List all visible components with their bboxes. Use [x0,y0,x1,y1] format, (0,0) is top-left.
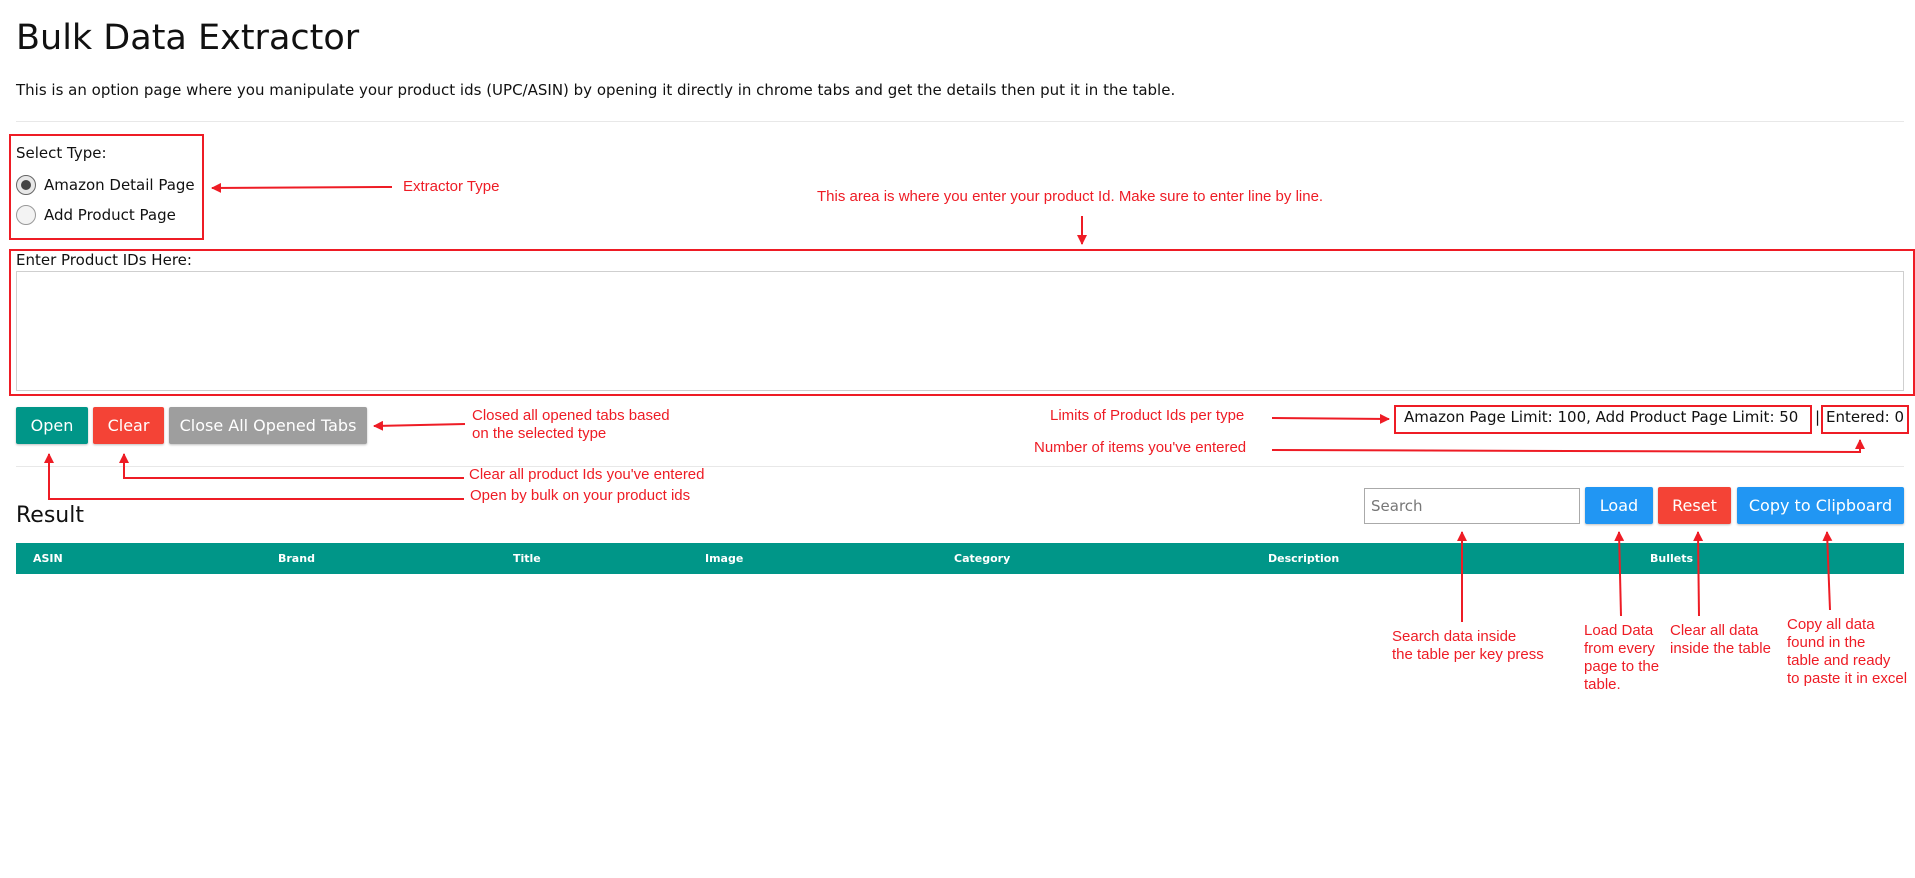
arrow-extractor-type [211,182,393,193]
arrow-open-bulk [44,453,464,500]
arrow-load [1614,531,1625,617]
arrow-copy [1822,531,1833,611]
annotation-arrows [44,182,1865,622]
arrow-entered [1271,439,1865,454]
arrow-close-tabs [373,420,466,431]
arrow-clear-ids [119,453,464,479]
arrow-limits [1271,413,1390,424]
arrow-reset [1693,531,1704,617]
